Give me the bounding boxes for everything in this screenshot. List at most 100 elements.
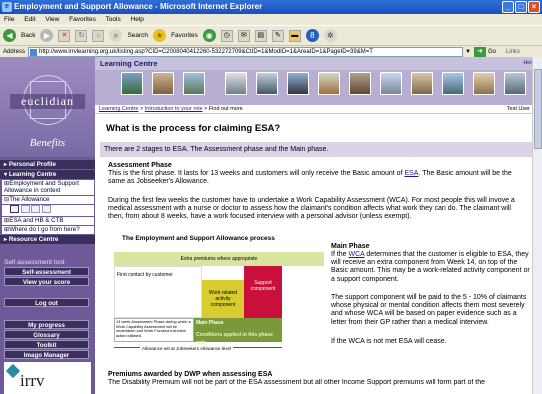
print-icon[interactable]: ▤ xyxy=(254,29,267,42)
photo-strip xyxy=(95,70,542,105)
nav-resource-centre[interactable]: ▸ Resource Centre xyxy=(0,235,95,244)
toolkit-button[interactable]: Toolkit xyxy=(4,340,89,349)
breadcrumb-introduction[interactable]: Introduction to your role xyxy=(145,106,203,112)
header-photo xyxy=(183,72,205,95)
assessment-text: This is the first phase. It lasts for 13… xyxy=(108,170,405,177)
self-assessment-heading: Self-assessment tool: xyxy=(4,259,67,266)
tree-item-esa-context[interactable]: ⊞Employment and Support Allowance in con… xyxy=(2,180,94,195)
diagram-extra-premiums: Extra premiums where appropriate xyxy=(114,252,324,266)
page-icon xyxy=(30,48,38,56)
edit-icon[interactable]: ✎ xyxy=(271,29,284,42)
diagram-work-related: Work related activity component xyxy=(202,280,244,318)
window-title: Employment and Support Allowance - Micro… xyxy=(14,2,263,11)
search-label[interactable]: Search xyxy=(127,32,148,39)
folder-icon[interactable]: ▬ xyxy=(288,29,301,42)
main-phase-heading: Main Phase xyxy=(331,243,370,250)
diagram-support: Support component xyxy=(244,266,282,318)
my-progress-button[interactable]: My progress xyxy=(4,320,89,329)
menu-edit[interactable]: Edit xyxy=(24,16,35,23)
vertical-scrollbar[interactable] xyxy=(532,57,542,394)
logout-button[interactable]: Log out xyxy=(4,298,89,307)
ie-icon: e xyxy=(2,2,12,12)
main-phase-paragraph-1: If the WCA determines that the customer … xyxy=(331,251,531,284)
nav-personal-profile[interactable]: ▸ Personal Profile xyxy=(0,160,95,169)
diagram-main-phase-label: Main Phase xyxy=(196,320,224,326)
header-photo xyxy=(349,72,371,95)
main-content: What is the process for claiming ESA? Th… xyxy=(100,120,532,394)
back-arrow-icon[interactable]: ◀ xyxy=(3,29,16,42)
minimize-button[interactable]: _ xyxy=(502,1,514,13)
menu-favorites[interactable]: Favorites xyxy=(69,16,96,23)
header-photo xyxy=(225,72,247,95)
user-name: Test User xyxy=(506,106,530,112)
tree-item-esa-hb-ctb[interactable]: ⊞ESA and HB & CTB xyxy=(2,217,94,225)
address-bar: Address http://www.irrvlearning.org.uk/l… xyxy=(0,45,542,57)
brand-tagline: Benefits xyxy=(29,137,66,149)
close-button[interactable]: × xyxy=(528,1,540,13)
page-icon[interactable] xyxy=(31,205,41,213)
maximize-button[interactable]: □ xyxy=(515,1,527,13)
assessment-paragraph-1: This is the first phase. It lasts for 13… xyxy=(108,170,528,186)
esa-link[interactable]: ESA xyxy=(404,170,418,177)
imago-manager-button[interactable]: Imago Manager xyxy=(4,350,89,359)
header-photo xyxy=(380,72,402,95)
view-score-button[interactable]: View your score xyxy=(4,277,89,286)
messenger-icon[interactable]: 8 xyxy=(305,29,319,42)
header-photo xyxy=(504,72,526,95)
home-icon[interactable]: ⌂ xyxy=(92,29,105,42)
page-icon[interactable] xyxy=(10,205,19,213)
header-photo xyxy=(287,72,309,95)
menu-view[interactable]: View xyxy=(45,16,59,23)
diagram-main-phase: Main Phase Conditions applied in this ph… xyxy=(194,318,282,346)
main-phase-paragraph-3: If the WCA is not met ESA will cease. xyxy=(331,338,447,345)
logo-area: euclidian Benefits xyxy=(0,57,95,157)
menu-bar: File Edit View Favorites Tools Help xyxy=(0,14,542,25)
diagram-baseline-label: Allowance set at Jobseekers Allowance le… xyxy=(140,345,234,354)
stop-icon[interactable]: ✕ xyxy=(58,29,71,42)
breadcrumb-current: Find out more xyxy=(208,106,243,112)
favorites-star-icon[interactable]: ★ xyxy=(153,29,167,42)
address-dropdown-icon[interactable]: ▼ xyxy=(465,49,471,55)
refresh-icon[interactable]: ↻ xyxy=(75,29,88,42)
menu-tools[interactable]: Tools xyxy=(106,16,121,23)
page-icon[interactable] xyxy=(20,205,30,213)
assessment-paragraph-2: During the first few weeks the customer … xyxy=(108,197,515,221)
irrv-logo: irrv xyxy=(20,371,45,390)
mail-icon[interactable]: ✉ xyxy=(237,29,250,42)
history-icon[interactable]: ◷ xyxy=(220,29,233,42)
glossary-button[interactable]: Glossary xyxy=(4,330,89,339)
search-icon[interactable]: ⌕ xyxy=(109,29,123,42)
breadcrumb-learning-centre[interactable]: Learning Centre xyxy=(99,106,138,112)
header-photo xyxy=(256,72,278,95)
allowance-page-icons[interactable] xyxy=(2,205,94,216)
diagram-assessment-box: 13 week Assessment Phase during which a … xyxy=(114,318,194,342)
address-url: http://www.irrvlearning.org.uk/listing.a… xyxy=(39,48,373,55)
tree-item-where-next[interactable]: ⊞Where do I go from here? xyxy=(2,226,94,234)
sidebar: euclidian Benefits ▸ Personal Profile ▾ … xyxy=(0,57,95,394)
forward-arrow-icon[interactable]: ▶ xyxy=(40,29,54,42)
address-input[interactable]: http://www.irrvlearning.org.uk/listing.a… xyxy=(28,46,464,57)
self-assessment-button[interactable]: Self-assessment xyxy=(4,267,89,276)
research-icon[interactable]: ✲ xyxy=(323,29,337,42)
org-logo-box: irrv xyxy=(4,362,91,394)
header-photo xyxy=(121,72,143,95)
esa-process-diagram: The Employment and Support Allowance pro… xyxy=(114,235,324,360)
go-button[interactable]: Go xyxy=(488,49,496,55)
favorites-label[interactable]: Favorites xyxy=(171,32,198,39)
page-title: What is the process for claiming ESA? xyxy=(106,123,281,134)
links-label[interactable]: Links xyxy=(506,49,520,55)
header-photo xyxy=(411,72,433,95)
menu-help[interactable]: Help xyxy=(131,16,144,23)
scrollbar-thumb[interactable] xyxy=(534,69,542,149)
media-icon[interactable]: ◉ xyxy=(202,29,216,42)
menu-file[interactable]: File xyxy=(4,16,14,23)
page-icon[interactable] xyxy=(42,205,52,213)
go-arrow-icon[interactable]: ➜ xyxy=(473,46,486,57)
nav-learning-centre[interactable]: ▾ Learning Centre xyxy=(0,170,95,179)
diagram-title: The Employment and Support Allowance pro… xyxy=(122,235,275,242)
main-phase-paragraph-2: The support component will be paid to th… xyxy=(331,294,527,326)
back-label[interactable]: Back xyxy=(21,32,35,39)
wca-link[interactable]: WCA xyxy=(349,251,365,258)
tree-item-allowance[interactable]: ⊟The Allowance xyxy=(2,196,94,204)
premiums-heading: Premiums awarded by DWP when assessing E… xyxy=(108,371,273,378)
